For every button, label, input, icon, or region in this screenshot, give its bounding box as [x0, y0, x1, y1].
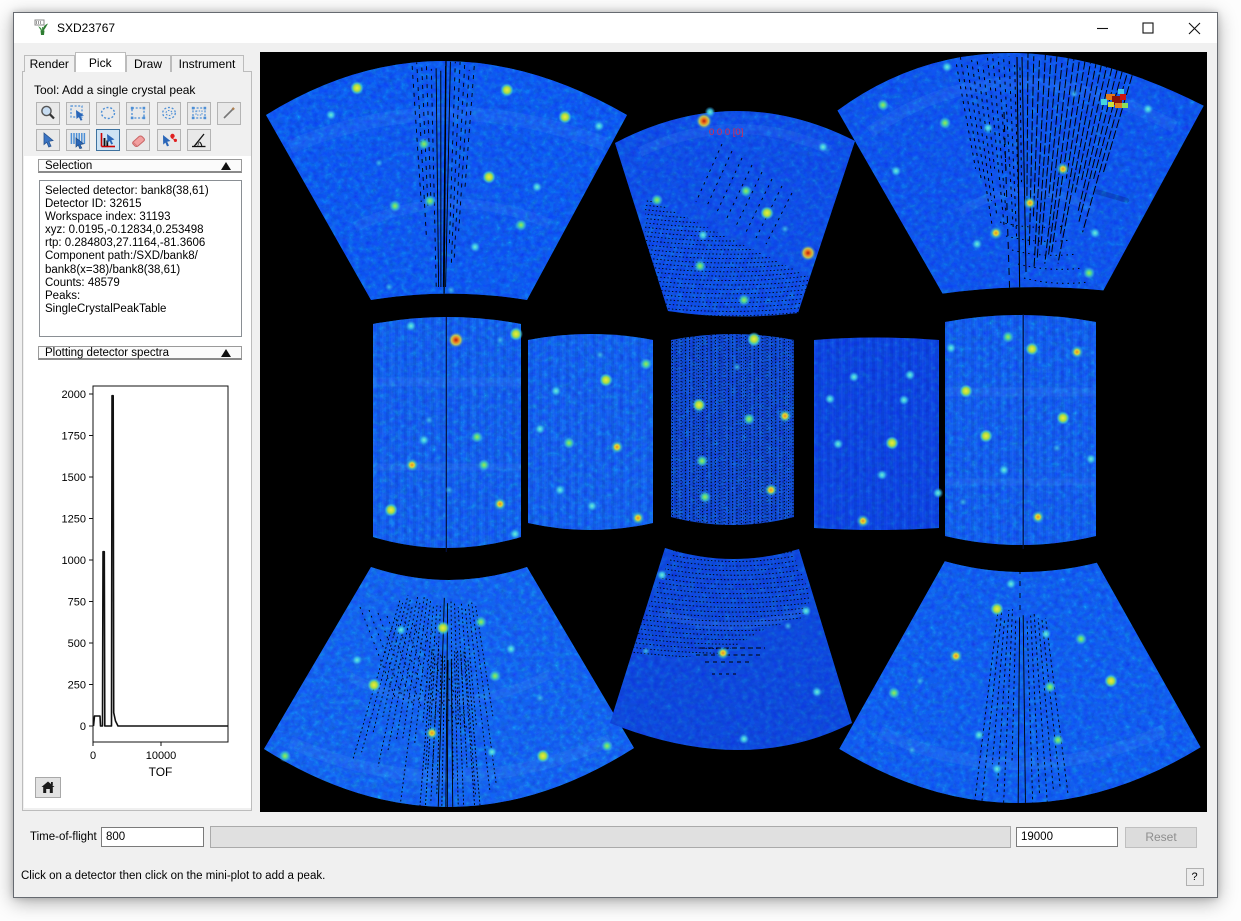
svg-text:TOF: TOF: [149, 765, 173, 779]
svg-text:θ: θ: [196, 141, 199, 147]
svg-text:1000: 1000: [62, 555, 86, 567]
svg-text:1250: 1250: [62, 514, 86, 526]
svg-text:1750: 1750: [62, 431, 86, 443]
svg-text:0 0 0 [0]: 0 0 0 [0]: [709, 127, 743, 138]
svg-text:1500: 1500: [62, 472, 86, 484]
svg-text:0: 0: [90, 750, 96, 762]
svg-text:10000: 10000: [146, 750, 177, 762]
svg-text:250: 250: [68, 680, 86, 692]
svg-text:2000: 2000: [62, 389, 86, 401]
svg-text:0: 0: [80, 721, 86, 733]
svg-text:500: 500: [68, 638, 86, 650]
svg-text:750: 750: [68, 597, 86, 609]
